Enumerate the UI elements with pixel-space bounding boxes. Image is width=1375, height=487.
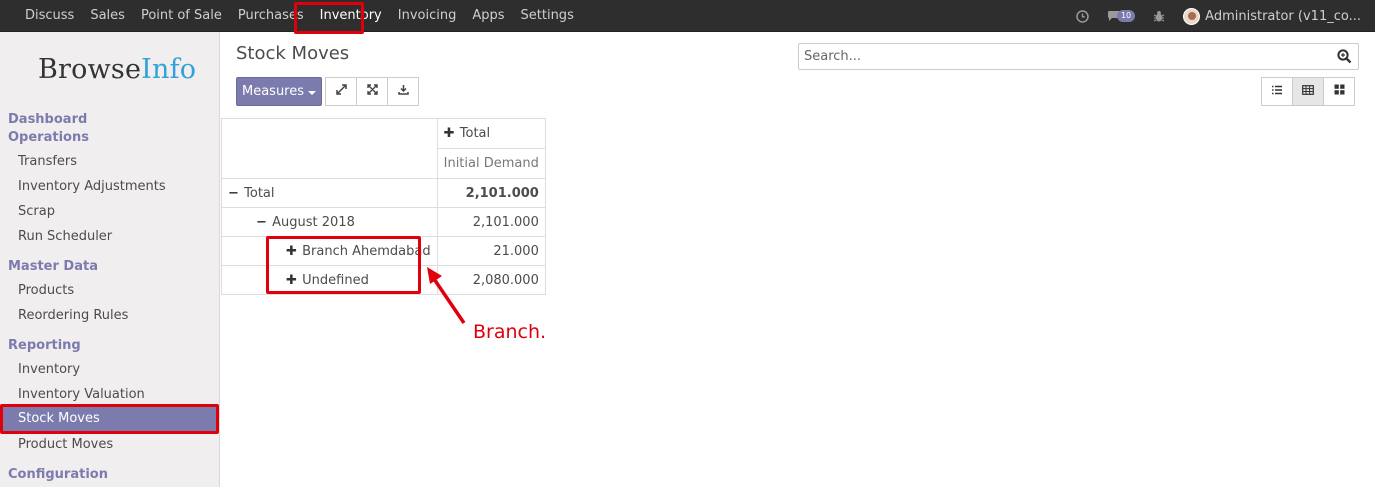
expand-arrows-icon xyxy=(335,84,347,99)
sidebar-item-run-scheduler[interactable]: Run Scheduler xyxy=(18,229,112,244)
user-name: Administrator (v11_co... xyxy=(1205,8,1361,24)
menu-apps[interactable]: Apps xyxy=(464,0,512,32)
sidebar-item-scrap[interactable]: Scrap xyxy=(18,204,55,219)
menu-sales[interactable]: Sales xyxy=(82,0,133,32)
pivot-row-header-undefined[interactable]: ✚ Undefined xyxy=(221,265,438,295)
download-button[interactable] xyxy=(387,77,419,106)
sidebar-item-transfers[interactable]: Transfers xyxy=(18,154,77,169)
plus-icon: ✚ xyxy=(286,243,297,259)
view-switcher xyxy=(1261,77,1355,106)
page-title: Stock Moves xyxy=(236,43,350,64)
caret-down-icon xyxy=(308,90,317,95)
user-menu[interactable]: Administrator (v11_co... xyxy=(1183,7,1361,25)
kanban-view-button[interactable] xyxy=(1323,77,1355,106)
measures-button[interactable]: Measures xyxy=(236,77,322,106)
browseinfo-logo: BrowseInfo xyxy=(38,54,197,85)
menu-settings[interactable]: Settings xyxy=(513,0,582,32)
sidebar-item-inventory-adjustments[interactable]: Inventory Adjustments xyxy=(18,179,166,194)
list-icon xyxy=(1271,84,1283,99)
clock-icon[interactable] xyxy=(1076,9,1089,23)
sidebar-item-products[interactable]: Products xyxy=(18,283,74,298)
table-row: ✚ Branch Ahemdabad 21.000 xyxy=(221,236,546,266)
pivot-table: ✚ Total Initial Demand − Total 2,101.000… xyxy=(221,118,546,295)
minus-icon: − xyxy=(256,214,267,230)
table-row: − Total 2,101.000 xyxy=(221,178,546,208)
annotation-arrow-icon xyxy=(427,267,466,324)
plus-icon: ✚ xyxy=(443,126,455,141)
bug-icon[interactable] xyxy=(1153,10,1165,23)
fullscreen-icon xyxy=(366,84,378,99)
systray: 10 Administrator (v11_co... xyxy=(1058,0,1361,32)
table-row: ✚ Undefined 2,080.000 xyxy=(221,265,546,295)
app-menu: Discuss Sales Point of Sale Purchases In… xyxy=(17,0,582,32)
sidebar: BrowseInfo Dashboard Operations Transfer… xyxy=(0,32,220,487)
grid-icon xyxy=(1334,84,1345,99)
pivot-row-header-month[interactable]: − August 2018 xyxy=(221,207,438,237)
pivot-col-header-total[interactable]: ✚ Total xyxy=(436,118,546,149)
menu-purchases[interactable]: Purchases xyxy=(230,0,312,32)
menu-point-of-sale[interactable]: Point of Sale xyxy=(133,0,230,32)
flip-axis-button[interactable] xyxy=(325,77,357,106)
menu-invoicing[interactable]: Invoicing xyxy=(390,0,465,32)
plus-icon: ✚ xyxy=(286,272,297,288)
sidebar-section-reporting: Reporting xyxy=(8,338,81,353)
table-row: − August 2018 2,101.000 xyxy=(221,207,546,237)
sidebar-section-master-data: Master Data xyxy=(8,259,98,274)
table-icon xyxy=(1302,84,1314,99)
pivot-row-header-total[interactable]: − Total xyxy=(221,178,438,208)
search-bar xyxy=(798,43,1359,70)
sidebar-dashboard[interactable]: Dashboard xyxy=(8,112,87,127)
pivot-actions xyxy=(325,77,419,106)
list-view-button[interactable] xyxy=(1261,77,1293,106)
minus-icon: − xyxy=(228,185,239,201)
measures-label: Measures xyxy=(241,84,305,99)
menu-discuss[interactable]: Discuss xyxy=(17,0,82,32)
pivot-measure-header: Initial Demand xyxy=(436,148,546,179)
search-input[interactable] xyxy=(799,44,1319,69)
search-icon[interactable] xyxy=(1337,49,1352,68)
sidebar-section-operations: Operations xyxy=(8,130,89,145)
message-count-badge: 10 xyxy=(1116,10,1136,22)
pivot-cell-value: 2,101.000 xyxy=(436,207,546,237)
avatar xyxy=(1183,7,1201,25)
expand-all-button[interactable] xyxy=(356,77,388,106)
sidebar-item-product-moves[interactable]: Product Moves xyxy=(18,437,113,452)
pivot-cell-value: 2,101.000 xyxy=(436,178,546,208)
sidebar-item-inventory-valuation[interactable]: Inventory Valuation xyxy=(18,387,145,402)
top-navbar: Discuss Sales Point of Sale Purchases In… xyxy=(0,0,1375,32)
download-icon xyxy=(397,84,409,99)
sidebar-item-reordering-rules[interactable]: Reordering Rules xyxy=(18,308,128,323)
annotation-text: Branch. xyxy=(473,321,547,343)
pivot-row-header-branch[interactable]: ✚ Branch Ahemdabad xyxy=(221,236,438,266)
pivot-corner xyxy=(221,118,438,179)
sidebar-item-stock-moves[interactable]: Stock Moves xyxy=(0,406,216,432)
pivot-view-button[interactable] xyxy=(1292,77,1324,106)
menu-inventory[interactable]: Inventory xyxy=(312,0,390,32)
sidebar-item-label: Stock Moves xyxy=(18,411,100,426)
sidebar-section-configuration: Configuration xyxy=(8,467,108,482)
messages-icon[interactable]: 10 xyxy=(1107,10,1136,22)
sidebar-item-inventory[interactable]: Inventory xyxy=(18,362,80,377)
